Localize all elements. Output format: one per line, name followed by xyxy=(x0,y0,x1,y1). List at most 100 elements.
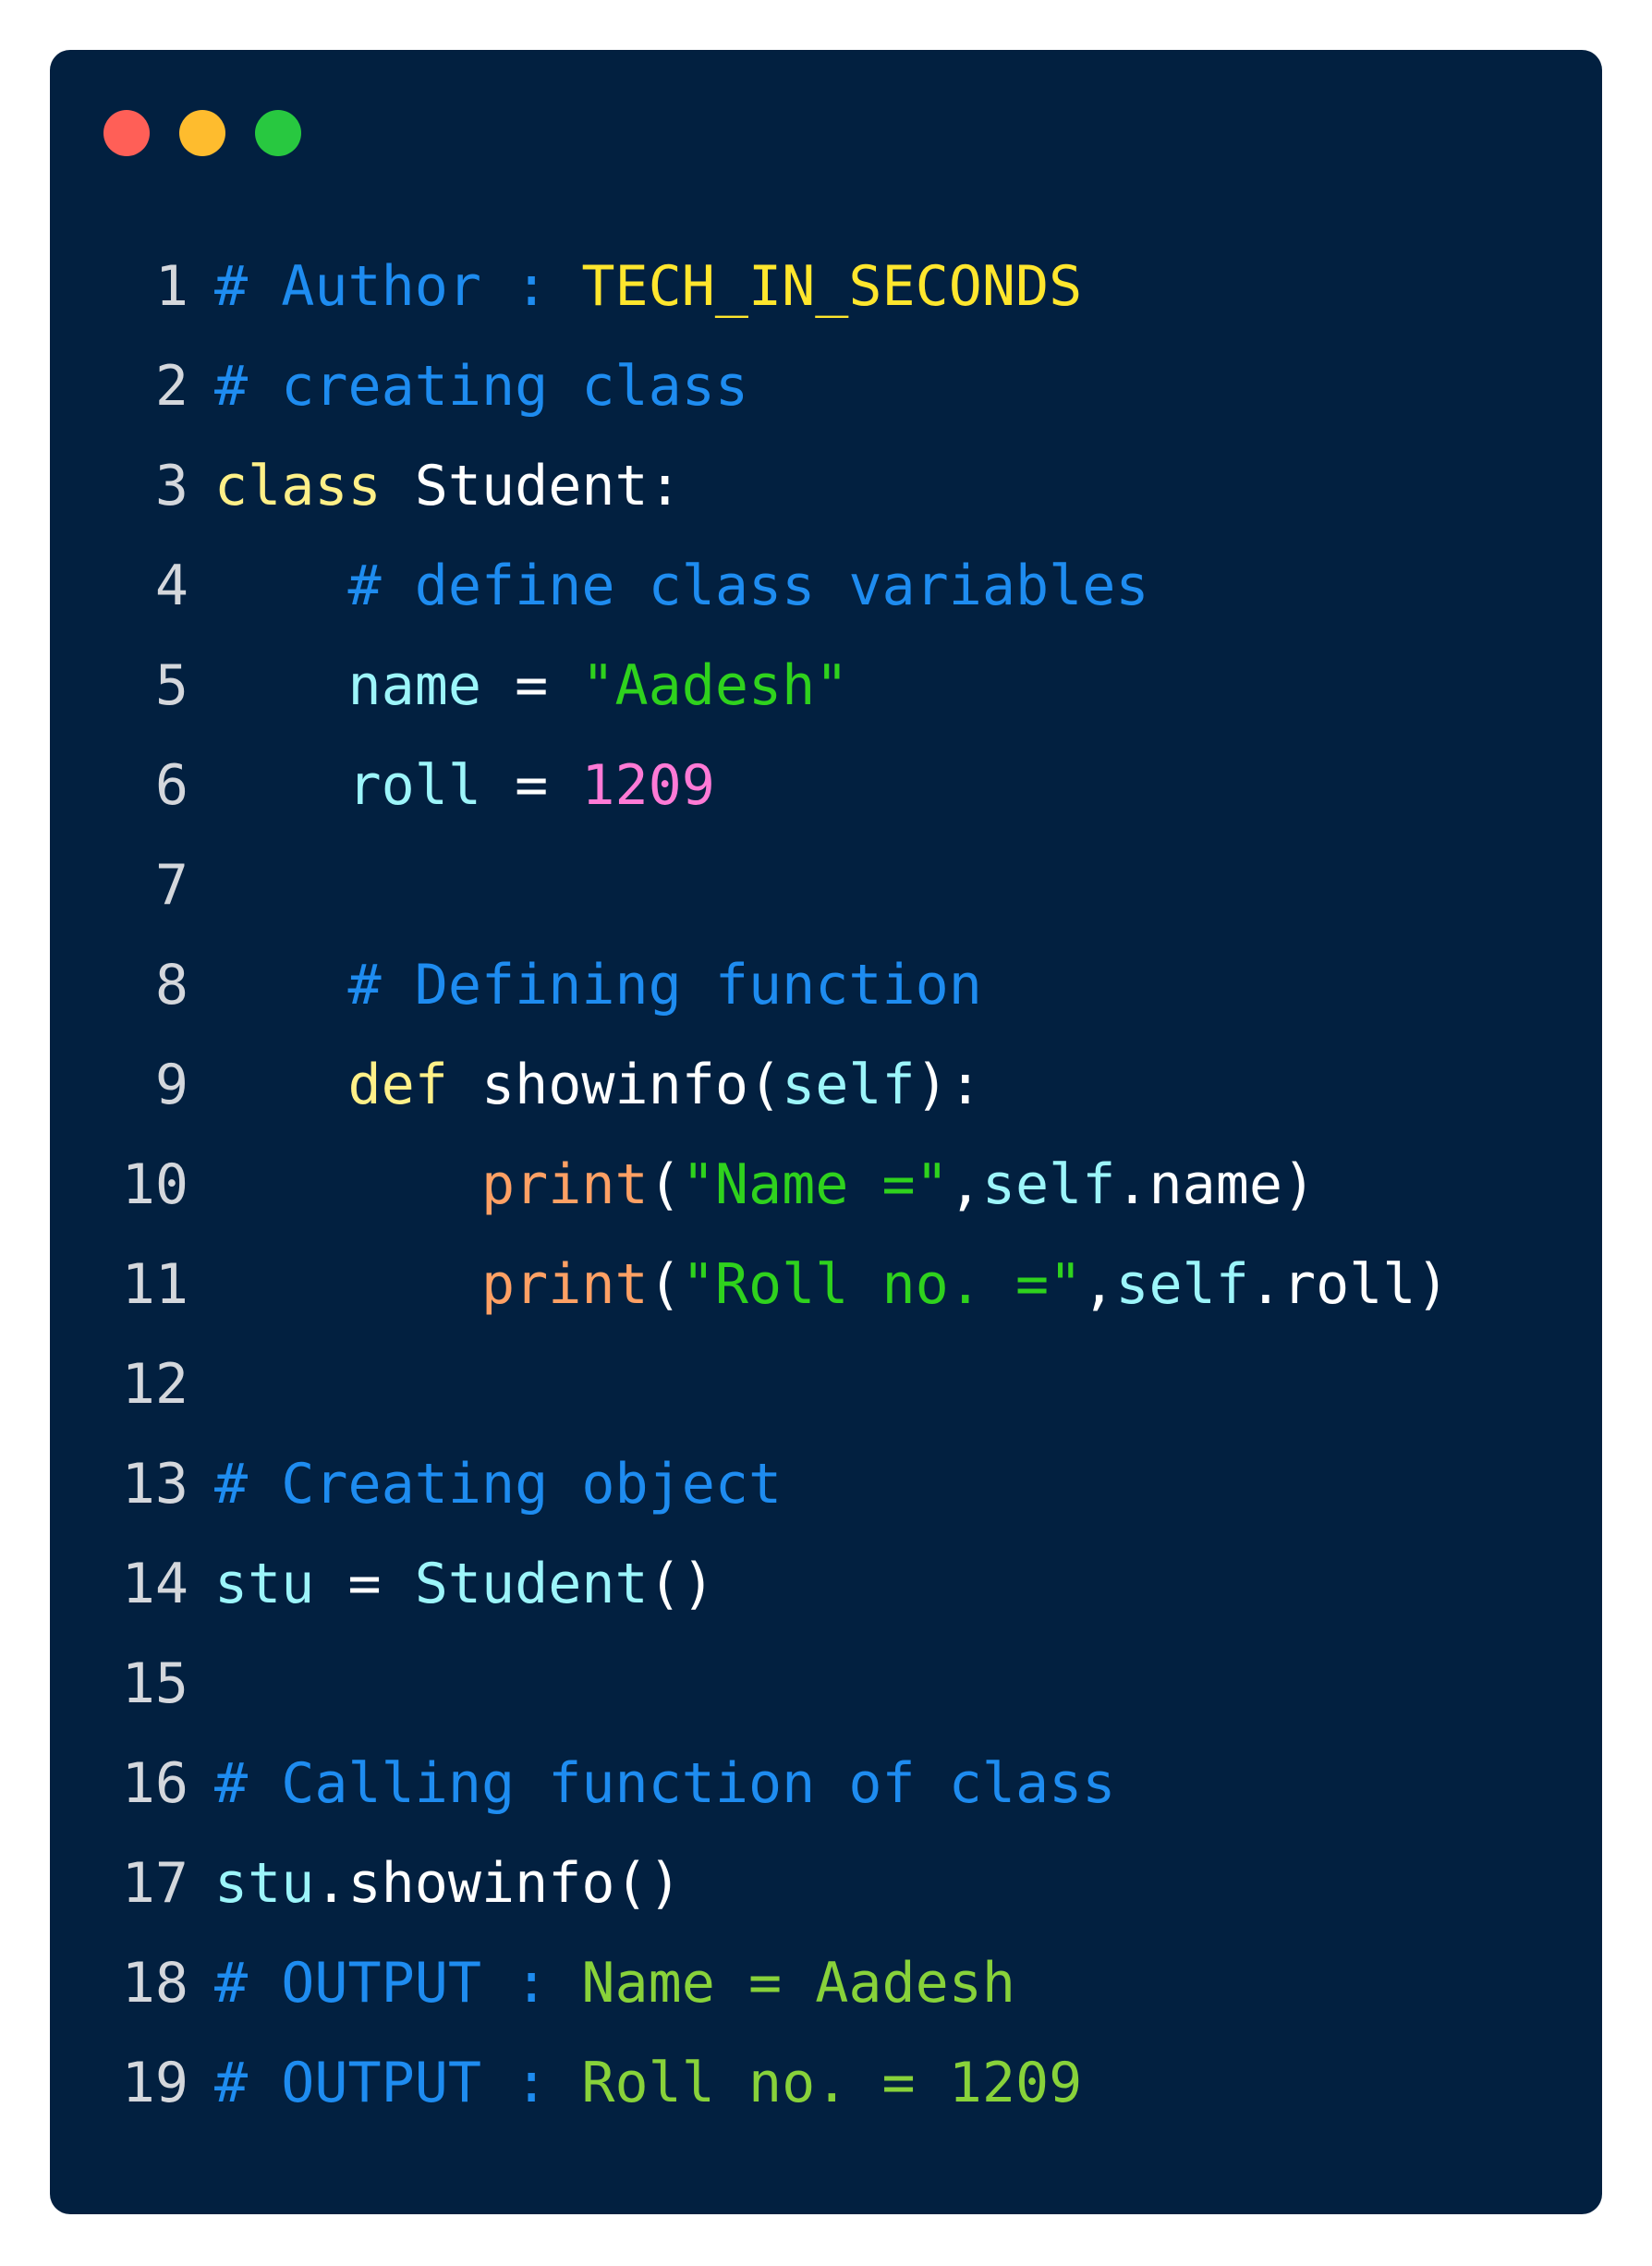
code-line: 5 name = "Aadesh" xyxy=(50,657,1602,757)
close-button[interactable] xyxy=(103,110,150,156)
code-text: # define class variables xyxy=(214,557,1148,615)
code-token: "Name =" xyxy=(681,1152,949,1217)
code-block: 1 # Author : TECH_IN_SECONDS 2 # creating c… xyxy=(50,258,1602,2154)
code-token: .roll) xyxy=(1248,1252,1450,1317)
code-token: # OUTPUT : xyxy=(214,2051,582,2115)
code-token: class xyxy=(214,454,382,518)
code-token: ( xyxy=(648,1252,682,1317)
code-token: stu xyxy=(214,1851,315,1916)
code-text: print("Roll no. =",self.roll) xyxy=(214,1256,1450,1313)
code-text: # Calling function of class xyxy=(214,1755,1115,1812)
line-number: 9 xyxy=(154,1053,188,1117)
code-line: 12 xyxy=(50,1356,1602,1456)
code-token: self xyxy=(782,1053,916,1117)
code-token: # creating class xyxy=(214,354,748,419)
code-token: # Defining function xyxy=(214,953,982,1017)
code-line: 16 # Calling function of class xyxy=(50,1755,1602,1855)
code-text: stu.showinfo() xyxy=(214,1855,682,1912)
code-token: def xyxy=(347,1053,448,1117)
code-token: Student: xyxy=(381,454,682,518)
code-line: 19 # OUTPUT : Roll no. = 1209 xyxy=(50,2054,1602,2154)
code-line: 6 roll = 1209 xyxy=(50,757,1602,857)
line-number: 3 xyxy=(154,454,188,518)
code-line: 1 # Author : TECH_IN_SECONDS xyxy=(50,258,1602,358)
code-token: = xyxy=(314,1552,415,1616)
window-controls xyxy=(103,110,301,156)
line-number: 5 xyxy=(154,653,188,718)
code-token: "Roll no. =" xyxy=(681,1252,1083,1317)
code-token: "Aadesh" xyxy=(581,653,849,718)
code-token: showinfo( xyxy=(447,1053,783,1117)
code-token: # Creating object xyxy=(214,1452,783,1517)
line-number: 7 xyxy=(154,853,188,918)
line-number: 17 xyxy=(121,1851,188,1916)
code-token: self xyxy=(1115,1252,1249,1317)
code-token: print xyxy=(480,1152,649,1217)
code-text: class Student: xyxy=(214,457,682,515)
code-line: 3 class Student: xyxy=(50,457,1602,557)
line-number: 11 xyxy=(121,1252,188,1317)
line-number: 1 xyxy=(154,254,188,319)
code-text: # OUTPUT : Roll no. = 1209 xyxy=(214,2054,1082,2112)
code-token: Name = Aadesh xyxy=(581,1951,1015,2016)
code-token: name xyxy=(347,653,482,718)
code-line: 4 # define class variables xyxy=(50,557,1602,657)
code-token: .showinfo() xyxy=(314,1851,682,1916)
code-token: , xyxy=(1082,1252,1116,1317)
code-token: ( xyxy=(648,1152,682,1217)
code-line: 18 # OUTPUT : Name = Aadesh xyxy=(50,1955,1602,2054)
code-line: 11 print("Roll no. =",self.roll) xyxy=(50,1256,1602,1356)
code-token: self xyxy=(981,1152,1116,1217)
code-text: roll = 1209 xyxy=(214,757,715,814)
line-number: 12 xyxy=(121,1352,188,1417)
code-line: 10 print("Name =",self.name) xyxy=(50,1156,1602,1256)
code-token: # OUTPUT : xyxy=(214,1951,582,2016)
line-number: 8 xyxy=(154,953,188,1017)
code-token: () xyxy=(648,1552,715,1616)
code-text: # Creating object xyxy=(214,1456,782,1513)
code-text: # Defining function xyxy=(214,953,982,1017)
code-line: 17 stu.showinfo() xyxy=(50,1855,1602,1955)
line-number: 2 xyxy=(154,354,188,419)
code-text: stu = Student() xyxy=(214,1555,715,1613)
code-token: # define class variables xyxy=(214,554,1149,618)
line-number: 6 xyxy=(154,753,188,818)
minimize-button[interactable] xyxy=(179,110,225,156)
code-token: = xyxy=(481,753,582,818)
code-line: 14 stu = Student() xyxy=(50,1555,1602,1655)
code-token: = xyxy=(481,653,582,718)
code-text: name = "Aadesh" xyxy=(214,657,849,714)
code-text: def showinfo(self): xyxy=(214,1056,982,1114)
code-token: roll xyxy=(347,753,482,818)
code-line: 9 def showinfo(self): xyxy=(50,1056,1602,1156)
code-line: 15 xyxy=(50,1655,1602,1755)
code-token: TECH_IN_SECONDS xyxy=(581,254,1083,319)
code-token: stu xyxy=(214,1552,315,1616)
code-line: 13 # Creating object xyxy=(50,1456,1602,1555)
code-token: Student xyxy=(414,1552,649,1616)
code-line: 8 # Defining function xyxy=(50,956,1602,1056)
code-text: print("Name =",self.name) xyxy=(214,1156,1316,1213)
line-number: 13 xyxy=(121,1452,188,1517)
code-text: # OUTPUT : Name = Aadesh xyxy=(214,1955,1015,2012)
line-number: 19 xyxy=(121,2051,188,2115)
code-text: # creating class xyxy=(214,358,748,415)
line-number: 10 xyxy=(121,1152,188,1217)
line-number: 18 xyxy=(121,1951,188,2016)
line-number: 15 xyxy=(121,1651,188,1716)
code-token: print xyxy=(480,1252,649,1317)
code-token: .name) xyxy=(1115,1152,1317,1217)
code-token: ): xyxy=(915,1053,982,1117)
code-line: 2 # creating class xyxy=(50,358,1602,457)
code-token: 1209 xyxy=(581,753,715,818)
code-token: # Author : xyxy=(214,254,582,319)
line-number: 4 xyxy=(154,554,188,618)
code-token: Roll no. = 1209 xyxy=(581,2051,1083,2115)
line-number: 16 xyxy=(121,1751,188,1816)
zoom-button[interactable] xyxy=(255,110,301,156)
